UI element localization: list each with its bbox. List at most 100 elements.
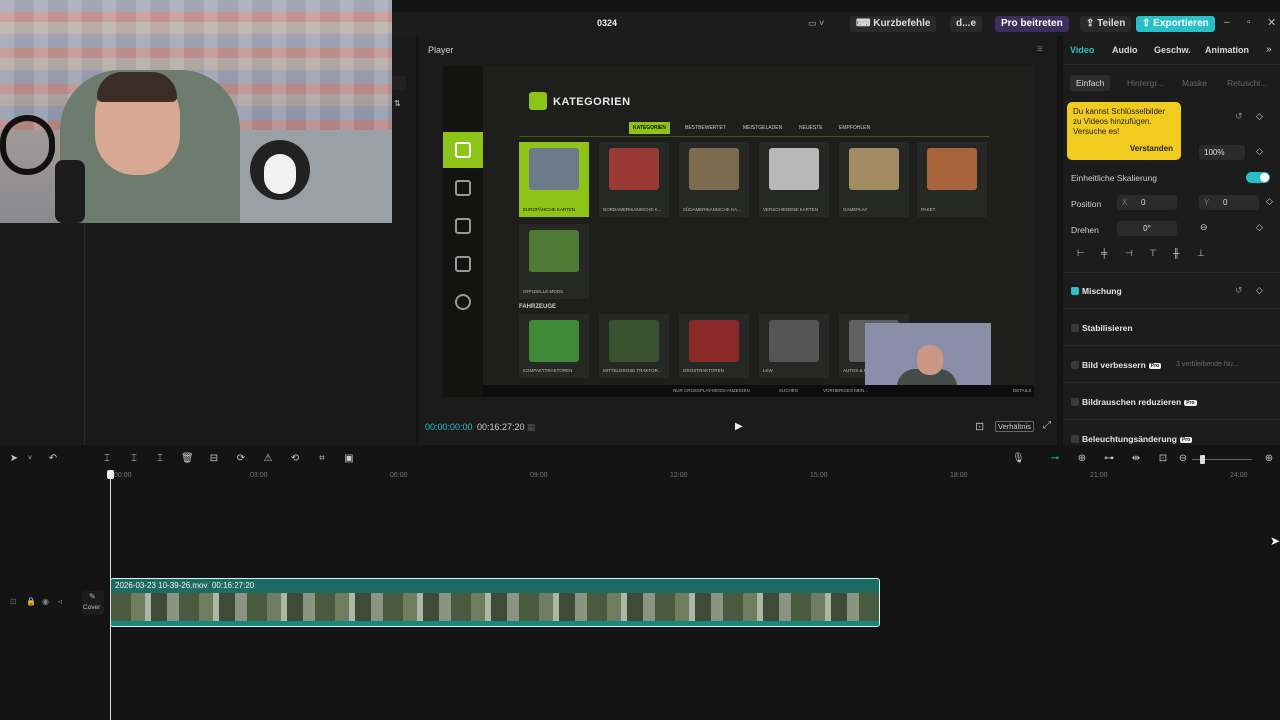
fullscreen-icon[interactable]: ⤢ (1043, 420, 1051, 431)
ruler-tick: 09:00 (530, 472, 548, 479)
timecode-grid-icon[interactable]: ▦ (527, 422, 536, 433)
cover-button[interactable]: ✎ Cover (82, 591, 104, 615)
align-left-icon[interactable]: ⊢ (1077, 248, 1085, 259)
keyframe-icon[interactable]: ◇ (1256, 146, 1263, 157)
share-button[interactable]: ⇪ Teilen (1080, 16, 1132, 32)
subtab-background[interactable]: Hintergr... (1121, 75, 1170, 91)
ruler-tick: 03:00 (250, 472, 268, 479)
tab-audio[interactable]: Audio (1112, 45, 1138, 55)
reset-icon[interactable]: ↺ (1235, 111, 1243, 122)
tab-animation[interactable]: Animation (1205, 45, 1249, 55)
help-icon (455, 294, 471, 310)
align-right-icon[interactable]: ⊣ (1125, 248, 1133, 259)
rotate-dial-icon[interactable]: ⊖ (1200, 222, 1208, 233)
video-clip[interactable]: 2026-03-23 10-39-26.mov 00:16:27:20 (110, 578, 880, 627)
tooltip-confirm-button[interactable]: Verstanden (1130, 144, 1173, 154)
subtab-mask[interactable]: Maske (1176, 75, 1213, 91)
menu-icon[interactable]: ≡ (1037, 44, 1043, 55)
export-button[interactable]: ⇧ Exportieren (1136, 16, 1215, 32)
playhead[interactable] (107, 470, 114, 720)
zoom-in-icon[interactable]: ⊕ (1263, 453, 1275, 465)
layout-icon[interactable]: ▭ ˅ (808, 18, 824, 29)
subtab-retouch[interactable]: Retuschi... (1221, 75, 1273, 91)
enhance-checkbox[interactable] (1071, 361, 1079, 369)
link-icon[interactable]: ⊕ (1076, 453, 1088, 465)
export-label: Exportieren (1153, 18, 1209, 29)
rotate-icon[interactable]: ⟲ (289, 453, 301, 465)
game-side-item (443, 208, 483, 244)
ruler-tick: 15:00 (810, 472, 828, 479)
lock-icon[interactable]: 🔒 (26, 597, 36, 606)
sort-icon[interactable]: ⇅ (394, 99, 401, 108)
media-field[interactable] (392, 76, 406, 90)
position-label: Position (1071, 199, 1102, 209)
zoom-out-icon[interactable]: ⊖ (1177, 453, 1189, 465)
caption-icon[interactable]: ⊡ (1157, 453, 1169, 465)
stabilize-checkbox[interactable] (1071, 324, 1079, 332)
eye-icon[interactable]: ◉ (42, 597, 49, 606)
pro-join-button[interactable]: Pro beitreten (995, 16, 1069, 32)
user-button[interactable]: d...e (950, 16, 983, 32)
position-y-input[interactable]: Y0 (1199, 195, 1259, 210)
play-icon[interactable]: ▶ (735, 421, 743, 432)
minimize-icon[interactable]: – (1224, 17, 1230, 28)
align-bottom-icon[interactable]: ⊥ (1197, 248, 1205, 259)
split-left-icon[interactable]: ⌶ (128, 453, 140, 465)
screenshot-icon[interactable]: ⊡ (975, 420, 984, 433)
freeze-icon[interactable]: ⊟ (208, 453, 220, 465)
streamer-hair (97, 72, 177, 102)
keyframe-icon[interactable]: ◇ (1256, 111, 1263, 122)
game-tab: EMPFOHLEN (839, 125, 871, 131)
reset-icon[interactable]: ↺ (1235, 285, 1243, 296)
align-center-h-icon[interactable]: ╪ (1101, 248, 1107, 258)
x-label: X (1122, 198, 1128, 207)
uniform-scale-toggle[interactable] (1246, 172, 1270, 183)
undo-icon[interactable]: ↶ (47, 453, 59, 465)
track-icon[interactable]: ⊡ (10, 597, 17, 606)
align-center-v-icon[interactable]: ╫ (1173, 248, 1179, 258)
microphone-icon[interactable]: 🎙 (1012, 453, 1025, 465)
blend-checkbox[interactable] (1071, 287, 1079, 295)
reverse-icon[interactable]: ⟳ (235, 453, 247, 465)
panel-divider (84, 223, 85, 445)
position-x-input[interactable]: X0 (1117, 195, 1177, 210)
tile-caption: GAMEPLAY (843, 207, 868, 212)
game-heading: KATEGORIEN (553, 96, 631, 108)
crop-icon[interactable]: ⌗ (316, 453, 328, 465)
align-top-icon[interactable]: ⊤ (1149, 248, 1157, 259)
ratio-button[interactable]: Verhältnis (995, 421, 1034, 432)
split-view-icon[interactable]: ⇹ (1130, 453, 1142, 465)
split-icon[interactable]: ⌶ (101, 453, 113, 465)
scale-input[interactable]: 100% (1199, 145, 1245, 160)
tooltip-text: Du kannst Schlüsselbilder zu Videos hinz… (1073, 107, 1166, 136)
tab-speed[interactable]: Geschw. (1154, 45, 1191, 55)
preview-axis-icon[interactable]: ⊶ (1103, 453, 1115, 465)
keyframe-icon[interactable]: ◇ (1256, 222, 1263, 233)
maximize-icon[interactable]: ▫ (1247, 17, 1251, 28)
subtab-basic[interactable]: Einfach (1070, 75, 1111, 91)
divider (1063, 345, 1280, 346)
split-right-icon[interactable]: ⌶ (154, 453, 166, 465)
ruler-tick: 18:00 (950, 472, 968, 479)
speaker-icon[interactable]: ◃ (58, 597, 62, 606)
close-icon[interactable]: ✕ (1267, 16, 1276, 29)
lighting-checkbox[interactable] (1071, 435, 1079, 443)
keyframe-icon[interactable]: ◇ (1266, 196, 1273, 207)
select-cursor-icon[interactable]: ➤ (8, 453, 20, 465)
magnet-icon[interactable]: ⊸ (1049, 453, 1061, 465)
delete-icon[interactable]: 🗑 (181, 453, 194, 465)
game-side-item-active (443, 132, 483, 168)
zoom-slider-handle[interactable] (1200, 455, 1205, 464)
chevron-down-icon[interactable]: ˅ (24, 453, 36, 465)
keyframe-icon[interactable]: ◇ (1256, 285, 1263, 296)
game-side-item (443, 170, 483, 206)
shortcuts-button[interactable]: ⌨ Kurzbefehle (850, 16, 937, 32)
denoise-checkbox[interactable] (1071, 398, 1079, 406)
auto-reframe-icon[interactable]: ▣ (343, 453, 355, 465)
timeline-ruler[interactable]: 00:00 03:00 06:00 09:00 12:00 15:00 18:0… (0, 470, 1280, 484)
rotate-input[interactable]: 0° (1117, 221, 1177, 236)
game-divider (519, 136, 989, 137)
mirror-icon[interactable]: ⚠ (262, 453, 274, 465)
more-tabs-icon[interactable]: » (1266, 44, 1272, 55)
tab-video[interactable]: Video (1070, 45, 1094, 55)
